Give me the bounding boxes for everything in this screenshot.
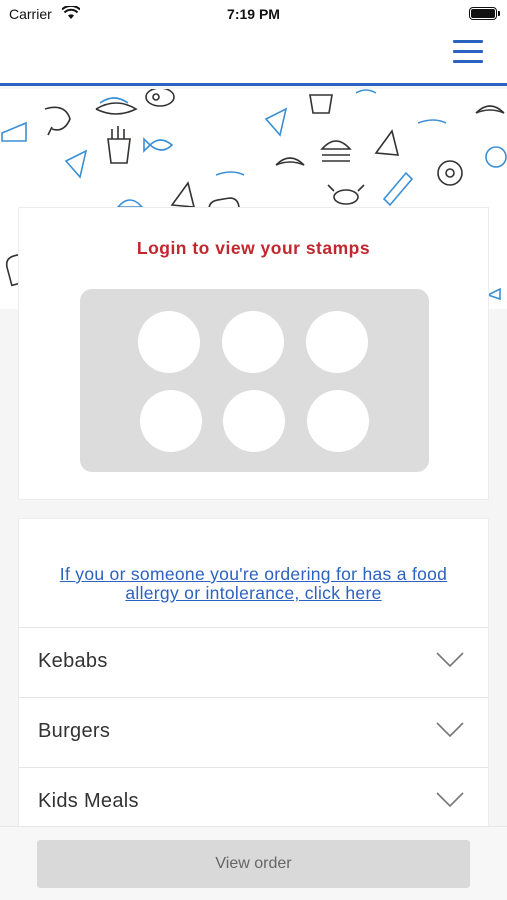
sandwich-icon bbox=[374, 129, 400, 156]
pizza-icon bbox=[64, 149, 88, 179]
shrimp-icon bbox=[44, 106, 71, 136]
category-label: Kebabs bbox=[38, 650, 108, 672]
loyalty-stamp-card: Login to view your stamps bbox=[18, 207, 489, 500]
stamp-slot bbox=[307, 390, 369, 452]
stamp-slot bbox=[223, 390, 285, 452]
status-bar: Carrier 7:19 PM bbox=[0, 0, 507, 30]
category-label: Kids Meals bbox=[38, 790, 139, 812]
cheese-icon bbox=[1, 121, 27, 142]
sandwich-icon bbox=[170, 181, 196, 208]
category-row-burgers[interactable]: Burgers bbox=[19, 697, 488, 767]
sausage-icon bbox=[215, 171, 245, 176]
fries-icon bbox=[309, 94, 333, 114]
clock: 7:19 PM bbox=[227, 6, 280, 22]
hamburger-menu-icon[interactable] bbox=[453, 40, 483, 68]
shell-icon bbox=[355, 89, 377, 94]
stamp-slot bbox=[222, 311, 284, 373]
chevron-down-icon bbox=[436, 722, 464, 738]
bun-icon bbox=[116, 199, 144, 208]
sausage-icon bbox=[417, 119, 447, 124]
stamp-board bbox=[80, 289, 429, 472]
steak-icon bbox=[145, 89, 175, 107]
chevron-down-icon bbox=[436, 652, 464, 668]
croissant-icon bbox=[275, 157, 305, 166]
login-to-view-stamps-title[interactable]: Login to view your stamps bbox=[19, 238, 488, 259]
stamp-slot bbox=[306, 311, 368, 373]
burger-icon bbox=[320, 140, 352, 162]
nav-bar bbox=[0, 30, 507, 86]
pizza-icon bbox=[264, 107, 288, 137]
fish-icon bbox=[143, 137, 174, 153]
view-order-button[interactable]: View order bbox=[37, 840, 470, 888]
donut-icon bbox=[437, 160, 463, 186]
menu-card: If you or someone you're ordering for ha… bbox=[18, 518, 489, 838]
allergy-info-link[interactable]: If you or someone you're ordering for ha… bbox=[39, 565, 468, 603]
egg-icon bbox=[485, 146, 507, 168]
hotdog-icon bbox=[95, 102, 138, 115]
stamp-slot bbox=[140, 390, 202, 452]
category-row-kebabs[interactable]: Kebabs bbox=[19, 627, 488, 697]
crab-icon bbox=[327, 184, 365, 205]
fries-icon bbox=[107, 126, 131, 164]
croissant-icon bbox=[475, 105, 505, 114]
baguette-icon bbox=[382, 171, 414, 207]
bottom-bar: View order bbox=[0, 826, 507, 900]
chevron-down-icon bbox=[436, 792, 464, 808]
stamp-slot bbox=[138, 311, 200, 373]
category-label: Burgers bbox=[38, 720, 111, 742]
cheese-icon bbox=[485, 287, 501, 301]
battery-icon bbox=[469, 7, 500, 20]
